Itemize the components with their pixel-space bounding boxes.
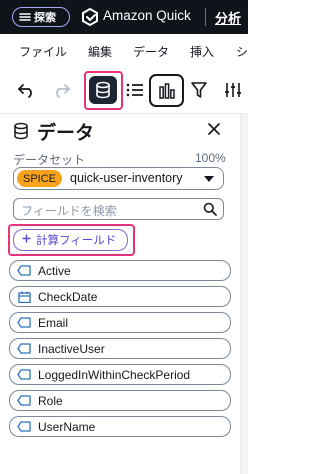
data-panel-button[interactable]	[84, 71, 123, 110]
menu-sheet[interactable]: シ	[236, 43, 248, 60]
search-icon	[203, 202, 217, 216]
app-name: Amazon Quick	[103, 8, 191, 23]
toolbar	[0, 66, 248, 114]
field-item[interactable]: Email	[9, 312, 231, 333]
settings-sliders-icon[interactable]	[222, 80, 244, 100]
calc-field-label: 計算フィールド	[36, 235, 117, 247]
filter-icon[interactable]	[189, 80, 209, 100]
bar-chart-icon	[158, 82, 175, 99]
dimension-tag-icon	[17, 369, 31, 381]
field-name: CheckDate	[38, 289, 98, 304]
search-placeholder: フィールドを検索	[21, 204, 117, 218]
redo-icon[interactable]	[50, 80, 72, 100]
field-name: Role	[38, 393, 63, 408]
field-name: Email	[38, 315, 69, 330]
menu-insert[interactable]: 挿入	[190, 43, 214, 60]
menu-data[interactable]: データ	[133, 43, 169, 60]
list-icon[interactable]	[125, 80, 145, 100]
undo-icon[interactable]	[16, 80, 38, 100]
dimension-tag-icon	[17, 317, 31, 329]
menu-file[interactable]: ファイル	[19, 43, 67, 60]
dataset-select[interactable]: SPICE quick-user-inventory	[13, 167, 224, 190]
dataset-percent: 100%	[195, 151, 226, 165]
field-name: UserName	[38, 419, 96, 434]
menu-lines-icon	[18, 11, 31, 24]
dataset-label: データセット	[13, 153, 86, 167]
analysis-link[interactable]: 分析	[215, 8, 241, 27]
field-item[interactable]: LoggedInWithinCheckPeriod	[9, 364, 231, 385]
close-icon[interactable]	[207, 122, 221, 136]
visuals-button[interactable]	[149, 74, 184, 107]
database-icon	[14, 122, 28, 140]
dimension-tag-icon	[17, 343, 31, 355]
dimension-tag-icon	[17, 421, 31, 433]
field-item[interactable]: UserName	[9, 416, 231, 437]
field-name: Active	[38, 263, 71, 278]
explore-label: 探索	[34, 12, 56, 24]
dimension-tag-icon	[17, 265, 31, 277]
dataset-name: quick-user-inventory	[70, 171, 183, 185]
field-item[interactable]: Role	[9, 390, 231, 411]
database-icon	[89, 76, 117, 104]
canvas-edge	[241, 114, 248, 474]
amazon-quick-logo-icon	[82, 7, 98, 27]
calendar-icon	[17, 291, 31, 303]
field-search-input[interactable]: フィールドを検索	[13, 198, 224, 220]
field-name: InactiveUser	[38, 341, 105, 356]
menu-edit[interactable]: 編集	[88, 43, 112, 60]
calc-field-highlight: 計算フィールド	[8, 224, 135, 256]
field-name: LoggedInWithinCheckPeriod	[38, 367, 191, 382]
dimension-tag-icon	[17, 395, 31, 407]
topbar-divider	[205, 8, 206, 26]
field-item[interactable]: Active	[9, 260, 231, 281]
add-calculated-field-button[interactable]: 計算フィールド	[13, 229, 128, 251]
panel-title: データ	[37, 123, 95, 144]
field-item[interactable]: CheckDate	[9, 286, 231, 307]
explore-button[interactable]: 探索	[12, 7, 70, 27]
spice-badge: SPICE	[17, 170, 62, 187]
plus-icon	[22, 234, 31, 246]
menu-bar: ファイル 編集 データ 挿入 シ	[0, 34, 248, 66]
top-bar: 探索 Amazon Quick 分析	[0, 0, 248, 34]
caret-down-icon	[204, 176, 214, 182]
field-item[interactable]: InactiveUser	[9, 338, 231, 359]
